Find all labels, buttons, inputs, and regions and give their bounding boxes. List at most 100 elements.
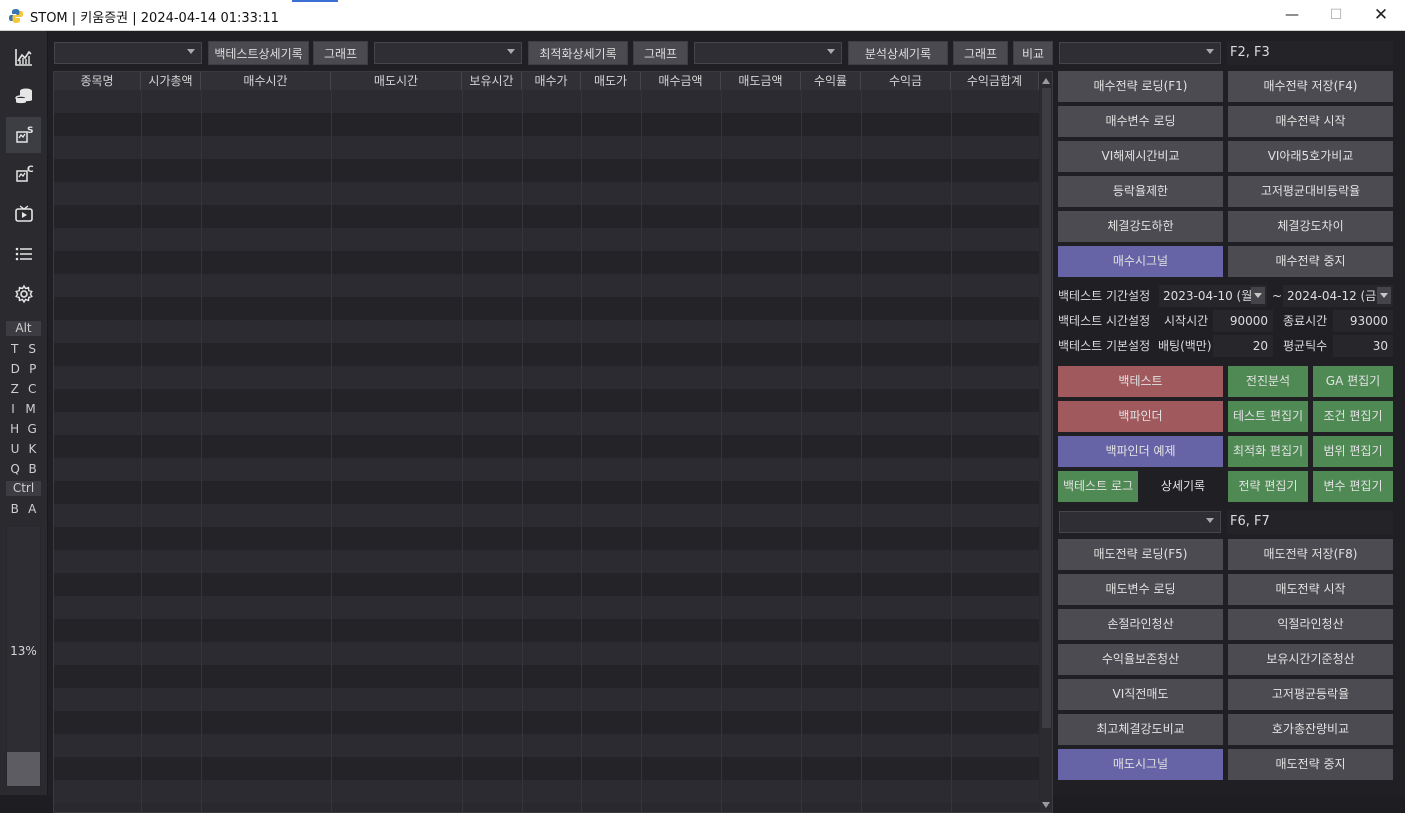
shortcut-row: IM	[6, 400, 41, 418]
column-divider	[581, 90, 582, 812]
backfinder-example-button[interactable]: 백파인더 예제	[1058, 436, 1223, 467]
column-header[interactable]: 수익금합계	[951, 72, 1039, 90]
start-time-label: 시작시간	[1164, 314, 1209, 328]
sell_panel-buttons-0[interactable]: 매도전략 로딩(F5)	[1058, 539, 1223, 570]
backfinder-button[interactable]: 백파인더	[1058, 401, 1223, 432]
database-icon	[14, 88, 32, 104]
graph-button-2[interactable]: 그래프	[633, 41, 688, 65]
backtest-log-button[interactable]: 백테스트 로그	[1058, 471, 1138, 502]
backtest-detail-button[interactable]: 백테스트상세기록	[208, 41, 309, 65]
buy_panel-buttons-0[interactable]: 매수전략 로딩(F1)	[1058, 71, 1223, 102]
ga-editor-button[interactable]: GA 편집기	[1313, 366, 1393, 397]
minimize-button[interactable]: —	[1269, 0, 1315, 31]
scroll-up-icon[interactable]	[1042, 78, 1050, 84]
graph-button-1[interactable]: 그래프	[313, 41, 368, 65]
sidebar-strategy-c-button[interactable]: C	[6, 156, 41, 192]
maximize-button[interactable]: ☐	[1313, 0, 1359, 31]
sell_panel-buttons-6[interactable]: 수익율보존청산	[1058, 644, 1223, 675]
buy_panel-buttons-5[interactable]: VI아래5호가비교	[1228, 141, 1393, 172]
analysis-detail-button[interactable]: 분석상세기록	[848, 41, 948, 65]
column-header[interactable]: 매도가	[581, 72, 641, 90]
optimize-editor-button[interactable]: 최적화 편집기	[1228, 436, 1308, 467]
avg-tick-field[interactable]: 30	[1333, 335, 1393, 357]
end-date-field[interactable]: 2024-04-12 (금)	[1283, 285, 1393, 307]
table-scrollbar[interactable]	[1040, 72, 1052, 812]
strategy-s-icon: S	[15, 126, 33, 143]
shortcut-key: C	[28, 382, 37, 396]
start-time-field[interactable]: 90000	[1213, 310, 1273, 332]
column-header[interactable]: 매도시간	[331, 72, 462, 90]
scrollbar-thumb[interactable]	[1042, 88, 1051, 728]
scroll-down-icon[interactable]	[1042, 802, 1050, 808]
ctrl-shortcut-header: Ctrl	[6, 481, 41, 496]
buy_panel-buttons-10[interactable]: 매수시그널	[1058, 246, 1223, 277]
variable-editor-button[interactable]: 변수 편집기	[1313, 471, 1393, 502]
column-header[interactable]: 시가총액	[141, 72, 201, 90]
sidebar-settings-button[interactable]	[6, 276, 41, 312]
buy_panel-buttons-8[interactable]: 체결강도하한	[1058, 211, 1223, 242]
column-header[interactable]: 보유시간	[462, 72, 522, 90]
sell_panel-buttons-5[interactable]: 익절라인청산	[1228, 609, 1393, 640]
condition-editor-button[interactable]: 조건 편집기	[1313, 401, 1393, 432]
sell_panel-buttons-13[interactable]: 매도전략 중지	[1228, 749, 1393, 780]
sell_panel-buttons-4[interactable]: 손절라인청산	[1058, 609, 1223, 640]
buy_panel-buttons-11[interactable]: 매수전략 중지	[1228, 246, 1393, 277]
sell_panel-buttons-8[interactable]: VI직전매도	[1058, 679, 1223, 710]
optimize-detail-button[interactable]: 최적화상세기록	[528, 41, 628, 65]
detail-record-button[interactable]: 상세기록	[1143, 471, 1223, 502]
calendar-dropdown-icon[interactable]	[1251, 287, 1265, 304]
graph-button-3[interactable]: 그래프	[953, 41, 1008, 65]
column-divider	[331, 90, 332, 812]
column-header[interactable]: 수익률	[801, 72, 861, 90]
sell_panel-buttons-12[interactable]: 매도시그널	[1058, 749, 1223, 780]
shortcut-key: P	[29, 362, 37, 376]
sell_panel-buttons-9[interactable]: 고저평균등락율	[1228, 679, 1393, 710]
column-header[interactable]: 매수가	[522, 72, 581, 90]
calendar-dropdown-icon[interactable]	[1377, 287, 1391, 304]
column-header[interactable]: 매도금액	[721, 72, 801, 90]
sell-strategy-select[interactable]	[1059, 511, 1221, 533]
column-divider	[462, 90, 463, 812]
date-separator: ~	[1272, 289, 1283, 303]
sidebar-video-button[interactable]	[6, 196, 41, 232]
column-header[interactable]: 종목명	[54, 72, 141, 90]
close-button[interactable]: ✕	[1358, 0, 1404, 31]
shortcut-key: U	[10, 442, 20, 456]
sidebar-database-button[interactable]	[6, 78, 41, 114]
shortcut-row: BA	[6, 500, 41, 518]
buy_panel-buttons-4[interactable]: VI해제시간비교	[1058, 141, 1223, 172]
column-header[interactable]: 매수시간	[201, 72, 331, 90]
buy_panel-buttons-1[interactable]: 매수전략 저장(F4)	[1228, 71, 1393, 102]
backtest-button[interactable]: 백테스트	[1058, 366, 1223, 397]
buy_panel-buttons-6[interactable]: 등락율제한	[1058, 176, 1223, 207]
optimize-select[interactable]	[374, 42, 522, 64]
buy_panel-buttons-2[interactable]: 매수변수 로딩	[1058, 106, 1223, 137]
sidebar-list-button[interactable]	[6, 236, 41, 272]
backtest-select[interactable]	[54, 42, 202, 64]
buy_panel-buttons-7[interactable]: 고저평균대비등락율	[1228, 176, 1393, 207]
column-header[interactable]: 매수금액	[641, 72, 721, 90]
range-editor-button[interactable]: 범위 편집기	[1313, 436, 1393, 467]
column-header[interactable]: 수익금	[861, 72, 951, 90]
sell_panel-buttons-10[interactable]: 최고체결강도비교	[1058, 714, 1223, 745]
end-time-field[interactable]: 93000	[1333, 310, 1393, 332]
sidebar-chart-button[interactable]	[6, 39, 41, 75]
buy_panel-buttons-9[interactable]: 체결강도차이	[1228, 211, 1393, 242]
sell_panel-buttons-11[interactable]: 호가총잔량비교	[1228, 714, 1393, 745]
forward-analysis-button[interactable]: 전진분석	[1228, 366, 1308, 397]
start-date-field[interactable]: 2023-04-10 (월)	[1159, 285, 1267, 307]
strategy-editor-button[interactable]: 전략 편집기	[1228, 471, 1308, 502]
sidebar-strategy-s-button[interactable]: S	[6, 117, 41, 153]
sell_panel-buttons-1[interactable]: 매도전략 저장(F8)	[1228, 539, 1393, 570]
betting-field[interactable]: 20	[1213, 335, 1273, 357]
buy-strategy-select[interactable]	[1059, 42, 1221, 64]
alt-shortcut-header: Alt	[6, 321, 41, 336]
sell_panel-buttons-2[interactable]: 매도변수 로딩	[1058, 574, 1223, 605]
compare-button[interactable]: 비교	[1013, 41, 1053, 65]
sell_panel-buttons-3[interactable]: 매도전략 시작	[1228, 574, 1393, 605]
analysis-select[interactable]	[694, 42, 842, 64]
buy_panel-buttons-3[interactable]: 매수전략 시작	[1228, 106, 1393, 137]
test-editor-button[interactable]: 테스트 편집기	[1228, 401, 1308, 432]
sell_panel-buttons-7[interactable]: 보유시간기준청산	[1228, 644, 1393, 675]
shortcut-key: K	[28, 442, 37, 456]
